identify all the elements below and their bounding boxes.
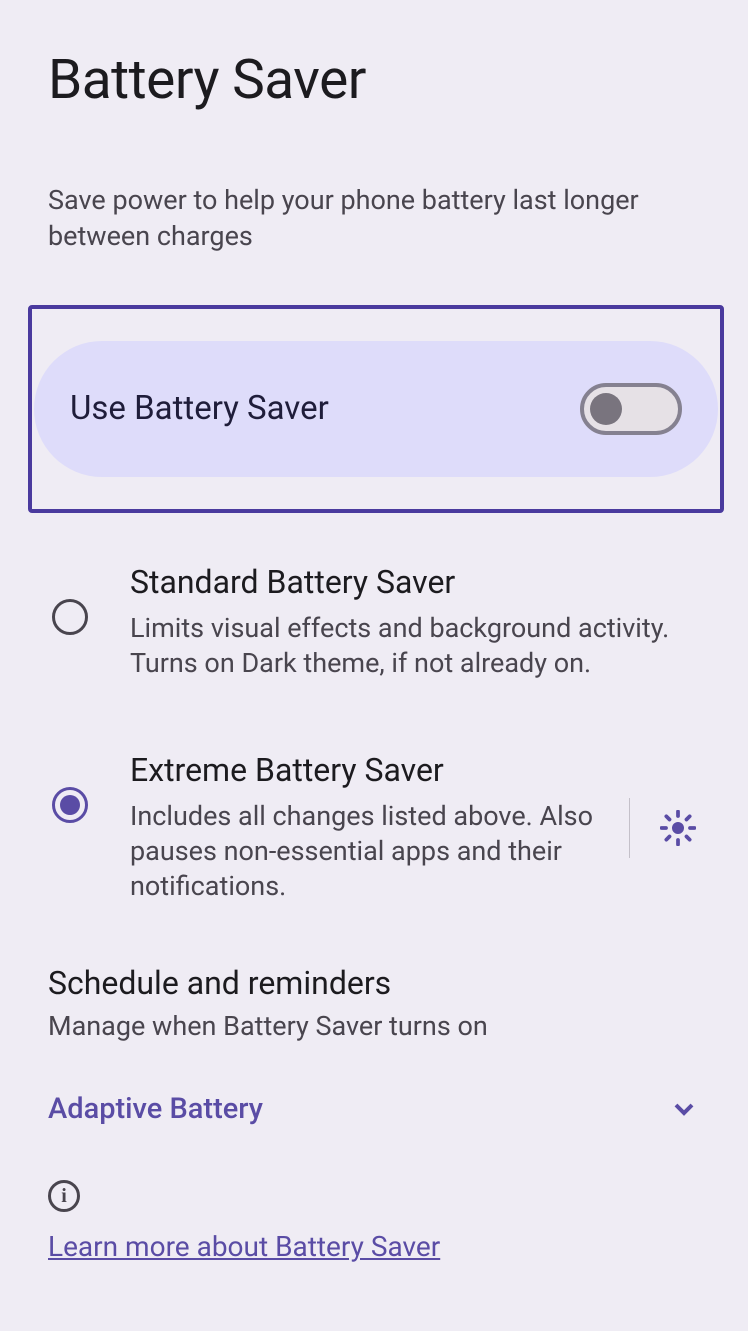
toggle-label: Use Battery Saver xyxy=(70,389,329,428)
gear-area xyxy=(629,798,696,858)
radio-extreme-battery-saver[interactable]: Extreme Battery Saver Includes all chang… xyxy=(48,751,700,904)
battery-saver-toggle[interactable] xyxy=(580,383,682,435)
divider xyxy=(629,798,630,858)
use-battery-saver-card[interactable]: Use Battery Saver xyxy=(34,341,718,477)
highlighted-toggle-area: Use Battery Saver xyxy=(28,305,724,513)
radio-button-unselected[interactable] xyxy=(52,599,88,635)
section-desc: Manage when Battery Saver turns on xyxy=(48,1010,700,1042)
schedule-reminders-item[interactable]: Schedule and reminders Manage when Batte… xyxy=(48,964,700,1042)
expand-label: Adaptive Battery xyxy=(48,1092,263,1126)
radio-title: Extreme Battery Saver xyxy=(130,751,609,789)
learn-more-link[interactable]: Learn more about Battery Saver xyxy=(48,1230,440,1263)
settings-page: Battery Saver Save power to help your ph… xyxy=(0,0,748,1263)
page-subtitle: Save power to help your phone battery la… xyxy=(48,182,700,255)
radio-content: Extreme Battery Saver Includes all chang… xyxy=(130,751,629,904)
info-icon: i xyxy=(48,1180,80,1212)
section-title: Schedule and reminders xyxy=(48,964,700,1002)
learn-more-row: i Learn more about Battery Saver xyxy=(48,1180,700,1263)
toggle-thumb xyxy=(590,393,622,425)
radio-button-selected[interactable] xyxy=(52,787,88,823)
radio-content: Standard Battery Saver Limits visual eff… xyxy=(130,563,696,681)
chevron-down-icon xyxy=(668,1093,700,1125)
radio-standard-battery-saver[interactable]: Standard Battery Saver Limits visual eff… xyxy=(48,563,700,681)
adaptive-battery-item[interactable]: Adaptive Battery xyxy=(48,1092,700,1126)
page-title: Battery Saver xyxy=(48,48,700,112)
radio-title: Standard Battery Saver xyxy=(130,563,696,601)
gear-icon[interactable] xyxy=(660,810,696,846)
radio-desc: Limits visual effects and background act… xyxy=(130,611,696,681)
radio-desc: Includes all changes listed above. Also … xyxy=(130,799,609,904)
